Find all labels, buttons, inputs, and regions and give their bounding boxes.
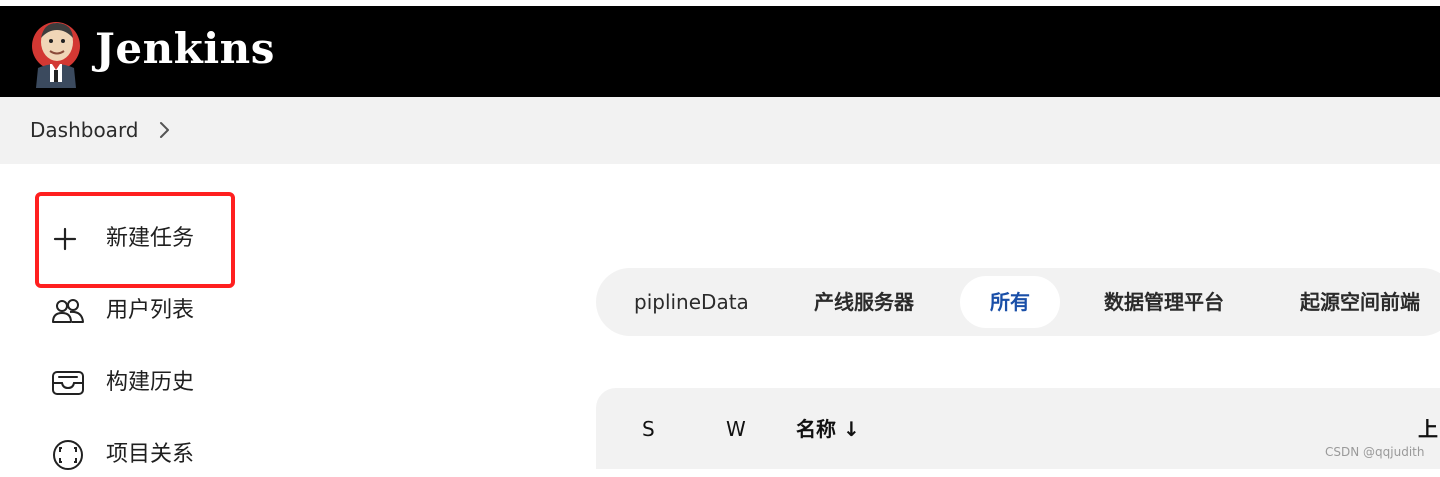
job-table-header: S W 名称 ↓ 上 [596, 388, 1440, 469]
sidebar-item-label: 项目关系 [106, 442, 195, 467]
sidebar-item-users[interactable]: 用户列表 [50, 289, 236, 333]
brand-title[interactable]: Jenkins [95, 21, 275, 77]
view-tabs: piplineData 产线服务器 所有 数据管理平台 起源空间前端 [596, 268, 1440, 336]
tab-piplinedata[interactable]: piplineData [604, 276, 779, 328]
tab-all[interactable]: 所有 [960, 276, 1060, 328]
column-header-weather[interactable]: W [726, 416, 746, 442]
column-header-last[interactable]: 上 [1418, 416, 1438, 442]
highlight-annotation [35, 192, 235, 288]
relationship-icon [50, 436, 88, 474]
header-bar: Jenkins [0, 6, 1440, 97]
jenkins-logo-icon[interactable] [28, 16, 84, 88]
sidebar-item-label: 构建历史 [106, 370, 195, 395]
tab-data-management[interactable]: 数据管理平台 [1074, 276, 1254, 328]
users-icon [50, 292, 88, 330]
column-header-status[interactable]: S [642, 416, 655, 442]
watermark: CSDN @qqjudith [1325, 445, 1425, 459]
column-header-name[interactable]: 名称 ↓ [796, 416, 860, 442]
tab-production-servers[interactable]: 产线服务器 [784, 276, 944, 328]
sidebar-item-label: 用户列表 [106, 298, 195, 323]
chevron-right-icon[interactable] [158, 121, 172, 139]
breadcrumb-dashboard[interactable]: Dashboard [30, 117, 139, 143]
breadcrumb: Dashboard [0, 97, 1440, 164]
inbox-icon [50, 364, 88, 402]
tab-origin-space-frontend[interactable]: 起源空间前端 [1270, 276, 1440, 328]
sidebar-item-relationship[interactable]: 项目关系 [50, 433, 236, 477]
sidebar-item-build-history[interactable]: 构建历史 [50, 361, 236, 405]
